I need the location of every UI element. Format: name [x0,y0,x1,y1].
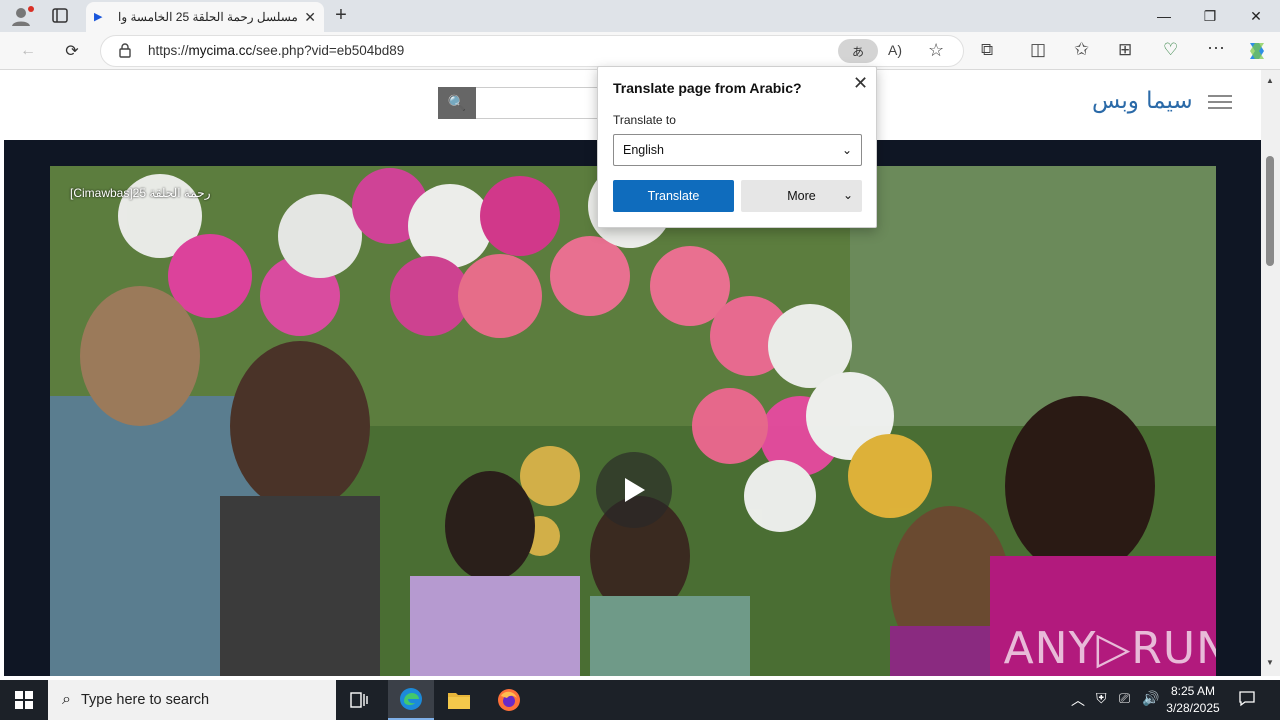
profile-icon[interactable] [8,4,36,28]
refresh-icon[interactable]: ⟳ [59,39,85,63]
translate-language-select[interactable]: English ⌄ [613,134,862,166]
tab-title: مسلسل رحمة الحلقة 25 الخامسة وا [118,10,298,24]
site-favicon-icon: ▶ [94,11,103,23]
network-icon[interactable]: ⎚ [1119,690,1130,707]
play-button[interactable] [596,452,672,528]
anyrun-watermark: ANY▷RUN [1003,623,1216,674]
selected-language: English [623,143,664,157]
settings-more-icon[interactable]: ⋯ [1207,38,1225,59]
site-search-button[interactable]: 🔍 [438,87,476,119]
clock[interactable]: 8:25 AM 3/28/2025 [1158,683,1228,717]
translate-to-label: Translate to [613,113,676,127]
search-icon: 🔍 [447,95,467,112]
url-path: /see.php?vid=eb504bd89 [252,43,405,58]
url-scheme: https:// [148,43,189,58]
task-view-icon[interactable] [336,680,382,720]
split-screen-icon[interactable]: ◫ [1030,40,1046,60]
translate-button[interactable]: Translate [613,180,734,212]
tab-close-icon[interactable]: ✕ [304,9,316,26]
favorites-icon[interactable]: ✩ [1074,39,1089,60]
scroll-up-icon[interactable]: ▲ [1266,76,1274,85]
more-button-label: More [787,189,816,203]
translate-popup-title: Translate page from Arabic? [613,80,802,96]
file-explorer-icon[interactable] [436,680,482,720]
translate-icon[interactable]: あ [838,39,878,63]
lock-icon[interactable] [118,42,132,58]
site-logo[interactable]: سيما وبس [1092,88,1193,114]
security-icon[interactable]: ⛨ [1096,690,1107,707]
translate-popup: Translate page from Arabic? ✕ Translate … [597,66,877,228]
url-text[interactable]: https://mycima.cc/see.php?vid=eb504bd89 [148,43,404,58]
scroll-thumb[interactable] [1266,156,1274,266]
more-button[interactable]: More ⌄ [741,180,862,212]
taskbar-search-placeholder: Type here to search [80,692,210,708]
taskbar-search-box[interactable]: ⌕ Type here to search [48,680,336,720]
favorite-star-icon[interactable]: ☆ [928,40,944,61]
video-player[interactable]: [Cimawbas]25 رحمة الحلقة ANY▷RUN [50,166,1216,676]
close-window-icon[interactable]: ✕ [1233,0,1279,32]
new-tab-icon[interactable]: + [330,4,352,28]
tab-strip: ▶ مسلسل رحمة الحلقة 25 الخامسة وا ✕ + — … [0,0,1280,32]
scroll-down-icon[interactable]: ▼ [1266,658,1274,667]
windows-taskbar: ⌕ Type here to search ︿ ⛨ ⎚ 🔊 8:25 AM 3/… [0,680,1280,720]
start-button[interactable] [0,680,48,720]
site-search-input[interactable] [476,87,606,119]
url-host: mycima.cc [188,43,253,58]
back-icon[interactable]: ← [15,39,41,63]
collections-icon[interactable]: ⊞ [1118,40,1132,60]
volume-icon[interactable]: 🔊 [1142,690,1159,707]
active-tab[interactable]: ▶ مسلسل رحمة الحلقة 25 الخامسة وا ✕ [86,2,324,32]
restore-icon[interactable]: ❐ [1187,0,1233,32]
edge-app-icon[interactable] [388,680,434,720]
clock-time: 8:25 AM [1170,684,1216,698]
extensions-icon[interactable]: ⧉ [981,40,993,60]
tab-actions-icon[interactable] [48,6,72,26]
page-scrollbar[interactable]: ▲ ▼ [1261,70,1280,676]
translate-popup-close-icon[interactable]: ✕ [853,73,868,94]
copilot-icon[interactable] [1245,39,1269,63]
chevron-down-icon: ⌄ [842,188,853,202]
show-hidden-icons-icon[interactable]: ︿ [1071,690,1085,710]
browser-essentials-icon[interactable]: ♡ [1163,40,1178,60]
minimize-icon[interactable]: — [1141,0,1187,32]
search-icon: ⌕ [62,691,71,708]
firefox-icon[interactable] [486,680,532,720]
notifications-icon[interactable] [1238,689,1256,710]
play-icon [625,478,645,502]
windows-logo-icon [15,691,33,709]
chevron-down-icon: ⌄ [841,143,852,157]
translate-glyph: あ [851,44,864,59]
video-title-overlay: [Cimawbas]25 رحمة الحلقة [70,186,211,200]
read-aloud-icon[interactable]: A) [888,42,902,58]
menu-icon[interactable] [1208,95,1232,109]
clock-date: 3/28/2025 [1166,701,1220,715]
video-frame [50,166,1216,676]
